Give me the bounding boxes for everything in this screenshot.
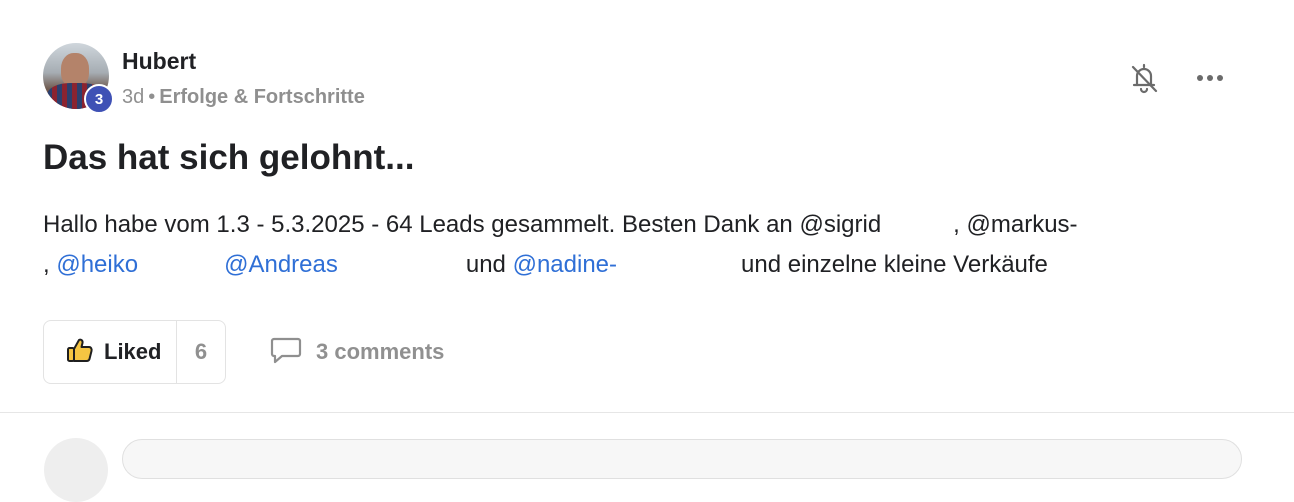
like-label: Liked [104,339,162,364]
reply-input[interactable] [122,439,1242,479]
meta-separator: • [148,86,156,108]
more-dot [1207,75,1213,81]
mention-heiko[interactable]: @heiko [56,251,138,278]
post-meta: 3d • Erfolge & Fortschritte [122,86,365,109]
post-title: Das hat sich gelohnt... [43,138,415,177]
comments-label: 3 comments [316,339,445,364]
like-count[interactable]: 6 [177,321,225,383]
mention-sigrid[interactable]: @sigrid [799,211,881,238]
post-age[interactable]: 3d [122,86,144,108]
like-control: Liked 6 [43,320,226,384]
body-comma: , [953,211,960,238]
body-comma: , [43,251,50,278]
post-card: 3 Hubert 3d • Erfolge & Fortschritte Das h… [0,0,1294,502]
level-badge: 3 [84,84,114,114]
like-button[interactable]: Liked [44,321,177,383]
divider [0,412,1294,413]
mention-nadine[interactable]: @nadine- [513,251,617,278]
body-und: und [465,251,506,278]
comment-icon [270,336,302,369]
post-body-line-2: , @heiko @Andreas und @nadine-und einzelne… [43,245,1163,285]
body-text: Hallo habe vom 1.3 - 5.3.2025 - 64 Leads… [43,211,800,238]
body-tail: und einzelne kleine Verkäufe [741,251,1048,278]
bell-off-icon[interactable] [1128,60,1160,96]
author-name[interactable]: Hubert [122,48,196,75]
thumbs-up-icon [66,336,94,369]
post-body-line-1: Hallo habe vom 1.3 - 5.3.2025 - 64 Leads… [43,205,1163,245]
more-dot [1217,75,1223,81]
mention-markus[interactable]: @markus- [967,211,1078,238]
more-dot [1197,75,1203,81]
avatar-face [61,53,89,87]
more-horizontal-icon[interactable] [1192,64,1228,92]
mention-andreas[interactable]: @Andreas [224,251,338,278]
current-user-avatar [44,438,108,502]
comments-button[interactable]: 3 comments [270,336,444,368]
post-body: Hallo habe vom 1.3 - 5.3.2025 - 64 Leads… [43,205,1163,285]
post-category[interactable]: Erfolge & Fortschritte [159,86,365,108]
